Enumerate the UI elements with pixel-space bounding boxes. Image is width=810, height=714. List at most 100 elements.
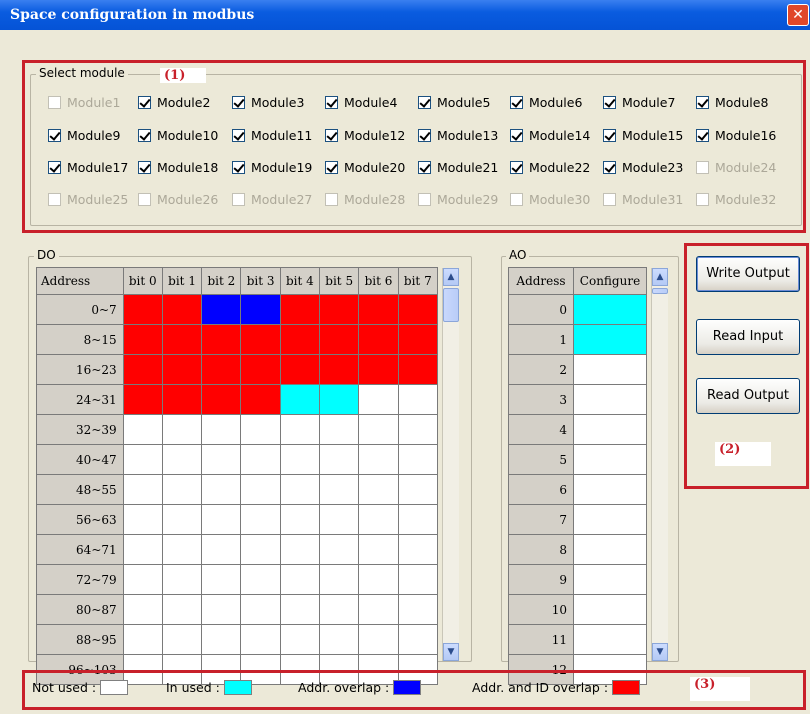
do-bit-cell[interactable] [358, 474, 399, 505]
do-bit-cell[interactable] [319, 534, 360, 565]
module-checkbox[interactable]: Module2 [138, 93, 210, 111]
do-bit-cell[interactable] [161, 354, 203, 385]
checkbox-icon[interactable] [510, 95, 523, 109]
do-bit-cell[interactable] [358, 444, 399, 475]
checkbox-icon[interactable] [138, 128, 151, 142]
do-bit-cell[interactable] [358, 324, 399, 355]
scroll-thumb[interactable] [652, 288, 668, 294]
do-bit-cell[interactable] [279, 354, 321, 385]
do-bit-cell[interactable] [122, 414, 163, 445]
do-bit-cell[interactable] [240, 444, 281, 475]
do-bit-cell[interactable] [201, 534, 242, 565]
scroll-down-icon[interactable]: ▼ [652, 643, 668, 661]
do-bit-cell[interactable] [161, 534, 203, 565]
do-bit-cell[interactable] [279, 324, 321, 355]
module-checkbox[interactable]: Module7 [603, 93, 675, 111]
do-bit-cell[interactable] [161, 414, 203, 445]
ao-configure-cell[interactable] [573, 354, 647, 385]
do-bit-cell[interactable] [397, 624, 439, 655]
checkbox-icon[interactable] [418, 128, 431, 142]
ao-configure-cell[interactable] [573, 534, 647, 565]
do-bit-cell[interactable] [201, 624, 242, 655]
do-bit-cell[interactable] [201, 414, 242, 445]
do-bit-cell[interactable] [358, 414, 399, 445]
do-bit-cell[interactable] [279, 384, 321, 415]
module-checkbox[interactable]: Module21 [418, 158, 498, 176]
do-bit-cell[interactable] [122, 384, 163, 415]
do-bit-cell[interactable] [279, 294, 321, 325]
scroll-thumb[interactable] [443, 288, 459, 322]
do-bit-cell[interactable] [279, 504, 321, 535]
checkbox-icon[interactable] [418, 95, 431, 109]
ao-scrollbar[interactable]: ▲ ▼ [651, 268, 668, 661]
do-bit-cell[interactable] [358, 564, 399, 595]
module-checkbox[interactable]: Module20 [325, 158, 405, 176]
do-bit-cell[interactable] [201, 444, 242, 475]
checkbox-icon[interactable] [325, 95, 338, 109]
do-bit-cell[interactable] [279, 624, 321, 655]
do-bit-cell[interactable] [397, 444, 439, 475]
module-checkbox[interactable]: Module10 [138, 126, 218, 144]
module-checkbox[interactable]: Module5 [418, 93, 490, 111]
do-bit-cell[interactable] [161, 504, 203, 535]
do-bit-cell[interactable] [201, 594, 242, 625]
read-input-button[interactable]: Read Input [696, 319, 800, 355]
do-bit-cell[interactable] [279, 594, 321, 625]
do-bit-cell[interactable] [397, 504, 439, 535]
do-bit-cell[interactable] [279, 564, 321, 595]
do-bit-cell[interactable] [161, 444, 203, 475]
module-checkbox[interactable]: Module8 [696, 93, 768, 111]
module-checkbox[interactable]: Module23 [603, 158, 683, 176]
do-bit-cell[interactable] [201, 504, 242, 535]
do-bit-cell[interactable] [358, 534, 399, 565]
module-checkbox[interactable]: Module18 [138, 158, 218, 176]
checkbox-icon[interactable] [510, 160, 523, 174]
ao-configure-cell[interactable] [573, 594, 647, 625]
checkbox-icon[interactable] [138, 95, 151, 109]
do-bit-cell[interactable] [397, 594, 439, 625]
checkbox-icon[interactable] [603, 95, 616, 109]
do-bit-cell[interactable] [240, 324, 281, 355]
do-bit-cell[interactable] [161, 474, 203, 505]
ao-configure-cell[interactable] [573, 564, 647, 595]
do-bit-cell[interactable] [397, 384, 439, 415]
module-checkbox[interactable]: Module17 [48, 158, 128, 176]
do-bit-cell[interactable] [122, 504, 163, 535]
ao-configure-cell[interactable] [573, 294, 647, 325]
do-bit-cell[interactable] [358, 504, 399, 535]
do-bit-cell[interactable] [122, 594, 163, 625]
do-bit-cell[interactable] [319, 444, 360, 475]
do-bit-cell[interactable] [319, 414, 360, 445]
module-checkbox[interactable]: Module9 [48, 126, 120, 144]
checkbox-icon[interactable] [325, 128, 338, 142]
do-bit-cell[interactable] [358, 594, 399, 625]
do-bit-cell[interactable] [319, 384, 360, 415]
do-bit-cell[interactable] [240, 384, 281, 415]
module-checkbox[interactable]: Module19 [232, 158, 312, 176]
do-bit-cell[interactable] [397, 294, 439, 325]
scroll-up-icon[interactable]: ▲ [443, 268, 459, 286]
do-bit-cell[interactable] [279, 414, 321, 445]
do-bit-cell[interactable] [397, 414, 439, 445]
do-bit-cell[interactable] [240, 504, 281, 535]
ao-configure-cell[interactable] [573, 324, 647, 355]
do-bit-cell[interactable] [161, 294, 203, 325]
do-bit-cell[interactable] [319, 564, 360, 595]
checkbox-icon[interactable] [232, 95, 245, 109]
do-bit-cell[interactable] [240, 294, 281, 325]
do-bit-cell[interactable] [279, 444, 321, 475]
module-checkbox[interactable]: Module6 [510, 93, 582, 111]
checkbox-icon[interactable] [696, 95, 709, 109]
checkbox-icon[interactable] [603, 160, 616, 174]
do-bit-cell[interactable] [240, 354, 281, 385]
checkbox-icon[interactable] [232, 128, 245, 142]
do-bit-cell[interactable] [358, 354, 399, 385]
ao-configure-cell[interactable] [573, 414, 647, 445]
ao-configure-cell[interactable] [573, 384, 647, 415]
do-bit-cell[interactable] [279, 474, 321, 505]
module-checkbox[interactable]: Module11 [232, 126, 312, 144]
do-bit-cell[interactable] [122, 534, 163, 565]
scroll-up-icon[interactable]: ▲ [652, 268, 668, 286]
do-bit-cell[interactable] [161, 324, 203, 355]
do-bit-cell[interactable] [201, 474, 242, 505]
